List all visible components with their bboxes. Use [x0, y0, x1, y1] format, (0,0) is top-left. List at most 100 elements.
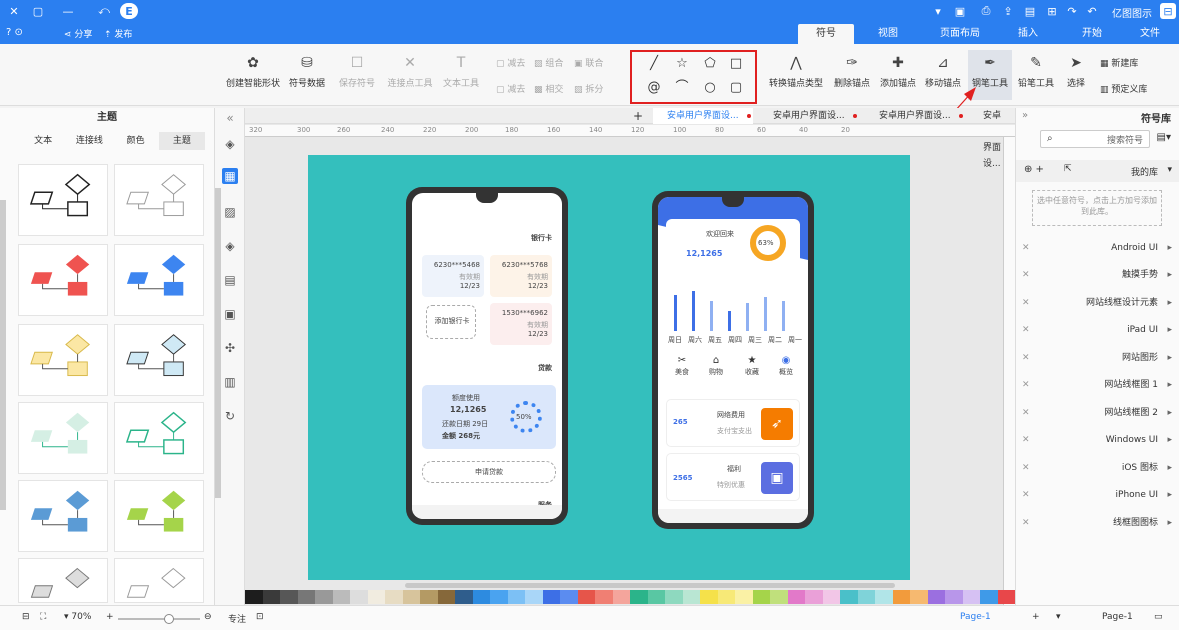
remove-icon[interactable]: ✕ [1022, 430, 1030, 450]
create-smart-shape-button[interactable]: ✿ 创建智能形状 [222, 54, 284, 89]
publish-button[interactable]: ⇡ 发布 [104, 27, 132, 40]
remove-icon[interactable]: ✕ [1022, 513, 1030, 533]
undo-arrow-icon[interactable]: ⤺ [96, 3, 112, 19]
doc-tab[interactable]: 安卓用户界面设... [969, 108, 1015, 169]
tab-symbol[interactable]: 符号 [798, 24, 854, 44]
arc-icon[interactable]: ⌒ [674, 80, 690, 96]
undo-icon[interactable]: ↶ [1084, 3, 1100, 19]
remove-icon[interactable]: ✕ [1022, 293, 1030, 313]
theme-thumb[interactable] [114, 402, 204, 474]
library-item[interactable]: ✕ 线框图图标 ▸ [1016, 513, 1179, 533]
remove-icon[interactable]: ✕ [1022, 238, 1030, 258]
remove-icon[interactable]: ✕ [1022, 403, 1030, 423]
remove-icon[interactable]: ✕ [1022, 320, 1030, 340]
panel-scrollbar[interactable] [0, 200, 6, 510]
library-item[interactable]: ✕ Android UI ▸ [1016, 238, 1179, 258]
history-icon[interactable]: ↻ [222, 408, 238, 424]
save-symbol-button[interactable]: ☐ 保存符号 [334, 54, 380, 89]
library-item[interactable]: ✕ 触摸手势 ▸ [1016, 265, 1179, 285]
doc-tab[interactable]: 安卓用户界面设... [759, 108, 859, 124]
expense-card-gift[interactable]: ▣ 福利 特别优惠 2565 [666, 453, 800, 501]
library-item[interactable]: ✕ 网站线框设计元素 ▸ [1016, 293, 1179, 313]
tab-home[interactable]: 开始 [1072, 24, 1112, 44]
loan-card[interactable]: 50% 额度使用 12,1265 还款日期 29日 金额 268元 [422, 385, 556, 449]
new-icon[interactable]: ⊞ [1044, 3, 1060, 19]
food-shortcut[interactable]: ✂ 美食 [668, 355, 696, 377]
bank-card[interactable]: 6230***5768 有效期 12/23 [490, 255, 552, 297]
my-library-header[interactable]: ⊕ + ⇱ 我的库 ▾ [1016, 160, 1179, 182]
page-tab[interactable]: Page-1 [960, 612, 991, 622]
redo-icon[interactable]: ↷ [1064, 3, 1080, 19]
intersect-button[interactable]: ▩ 相交 [534, 82, 574, 95]
open-icon[interactable]: ▣ [952, 3, 968, 19]
library-item[interactable]: ✕ Windows UI ▸ [1016, 430, 1179, 450]
help-icon[interactable]: ? ⊙ [6, 27, 23, 38]
circle-icon[interactable]: ○ [702, 80, 718, 96]
tab-page-layout[interactable]: 页面布局 [930, 24, 990, 44]
image-icon[interactable]: ▨ [222, 204, 238, 220]
library-add-icon[interactable]: ⊕ + [1024, 164, 1044, 175]
close-icon[interactable]: — [60, 3, 76, 19]
star-icon[interactable]: ☆ [674, 56, 690, 72]
page-icon[interactable]: ▤ [222, 272, 238, 288]
tab-view[interactable]: 视图 [868, 24, 908, 44]
collapse-right-icon[interactable]: » [1022, 110, 1028, 121]
focus-button[interactable]: 专注 [228, 612, 246, 625]
doc-tab[interactable]: 安卓用户界面设... [653, 108, 753, 124]
theme-thumb[interactable] [114, 244, 204, 316]
shrink-icon[interactable]: ✣ [222, 340, 238, 356]
theme-thumb[interactable] [114, 164, 204, 236]
zoom-out-icon[interactable]: ⊖ [204, 612, 212, 622]
add-page-icon[interactable]: + [1032, 612, 1040, 622]
symbol-data-button[interactable]: ⛁ 符号数据 [284, 54, 330, 89]
tab-text[interactable]: 文本 [20, 132, 66, 150]
delete-anchor-button[interactable]: ✑ 删除锚点 [830, 54, 874, 89]
add-card-button[interactable]: 添加银行卡 [426, 305, 476, 339]
phone-mockup-bank[interactable]: 银行卡 6230***5468 有效期 12/23 6230***5768 有效… [406, 187, 568, 525]
overview-shortcut[interactable]: ◉ 概览 [772, 355, 800, 377]
theme-thumb[interactable] [114, 480, 204, 552]
collapse-icon[interactable]: « [222, 110, 238, 126]
union-button[interactable]: ▣ 联合 [574, 56, 618, 69]
collapse-arrow-icon[interactable]: ▾ [1167, 165, 1172, 175]
tab-theme[interactable]: 主题 [158, 132, 205, 150]
library-item[interactable]: ✕ iPhone UI ▸ [1016, 485, 1179, 505]
expense-card-network[interactable]: ➶ 网络费用 支付宝支出 265 [666, 399, 800, 447]
remove-icon[interactable]: ✕ [1022, 375, 1030, 395]
apply-loan-button[interactable]: 申请贷款 [422, 461, 556, 483]
fullscreen-icon[interactable]: ⛶ [40, 612, 46, 622]
phone-mockup-dashboard[interactable]: 63% 欢迎回来 12,1265 周日 周六 周五 周四 周三 周二 周一 ✂ … [652, 191, 814, 529]
strip-scrollbar[interactable] [215, 188, 221, 498]
tab-file[interactable]: 文件 [1130, 24, 1170, 44]
library-item[interactable]: ✕ 网站线框图 1 ▸ [1016, 375, 1179, 395]
print-icon[interactable]: ⎙ [978, 3, 994, 19]
zoom-slider[interactable] [118, 614, 200, 624]
pentagon-icon[interactable]: ⬠ [702, 56, 718, 72]
select-button[interactable]: ➤ 选择 [1060, 54, 1092, 89]
remove-icon[interactable]: ✕ [1022, 458, 1030, 478]
user-avatar[interactable]: E [120, 3, 138, 19]
library-item[interactable]: ✕ iPad UI ▸ [1016, 320, 1179, 340]
fit-page-icon[interactable]: ⊟ [22, 612, 30, 622]
spiral-icon[interactable]: @ [646, 80, 662, 96]
canvas-page[interactable]: 银行卡 6230***5468 有效期 12/23 6230***5768 有效… [308, 155, 910, 580]
page-selector[interactable]: Page-1 [1102, 612, 1133, 622]
theme-thumb[interactable] [18, 244, 108, 316]
tab-insert[interactable]: 插入 [1008, 24, 1048, 44]
text-tool-button[interactable]: T 文本工具 [440, 54, 482, 89]
predefined-library-button[interactable]: ▥ 预定义库 [1100, 82, 1170, 95]
theme-thumb[interactable] [18, 164, 108, 236]
favorite-shortcut[interactable]: ★ 收藏 [738, 355, 766, 377]
theme-thumb[interactable] [18, 402, 108, 474]
presentation-icon[interactable]: ▥ [222, 374, 238, 390]
tab-connector[interactable]: 连接线 [66, 132, 112, 150]
library-menu-icon[interactable]: ▤▾ [1157, 132, 1171, 143]
page-view-icon[interactable]: ▭ [1154, 612, 1163, 622]
zoom-thumb[interactable] [164, 614, 174, 624]
remove-icon[interactable]: ✕ [1022, 485, 1030, 505]
export-icon[interactable]: ⇪ [1000, 3, 1016, 19]
library-item[interactable]: ✕ iOS 图标 ▸ [1016, 458, 1179, 478]
color-palette[interactable] [245, 590, 1015, 604]
data-icon[interactable]: ▣ [222, 306, 238, 322]
bank-card[interactable]: 1530***6962 有效期 12/23 [490, 303, 552, 345]
